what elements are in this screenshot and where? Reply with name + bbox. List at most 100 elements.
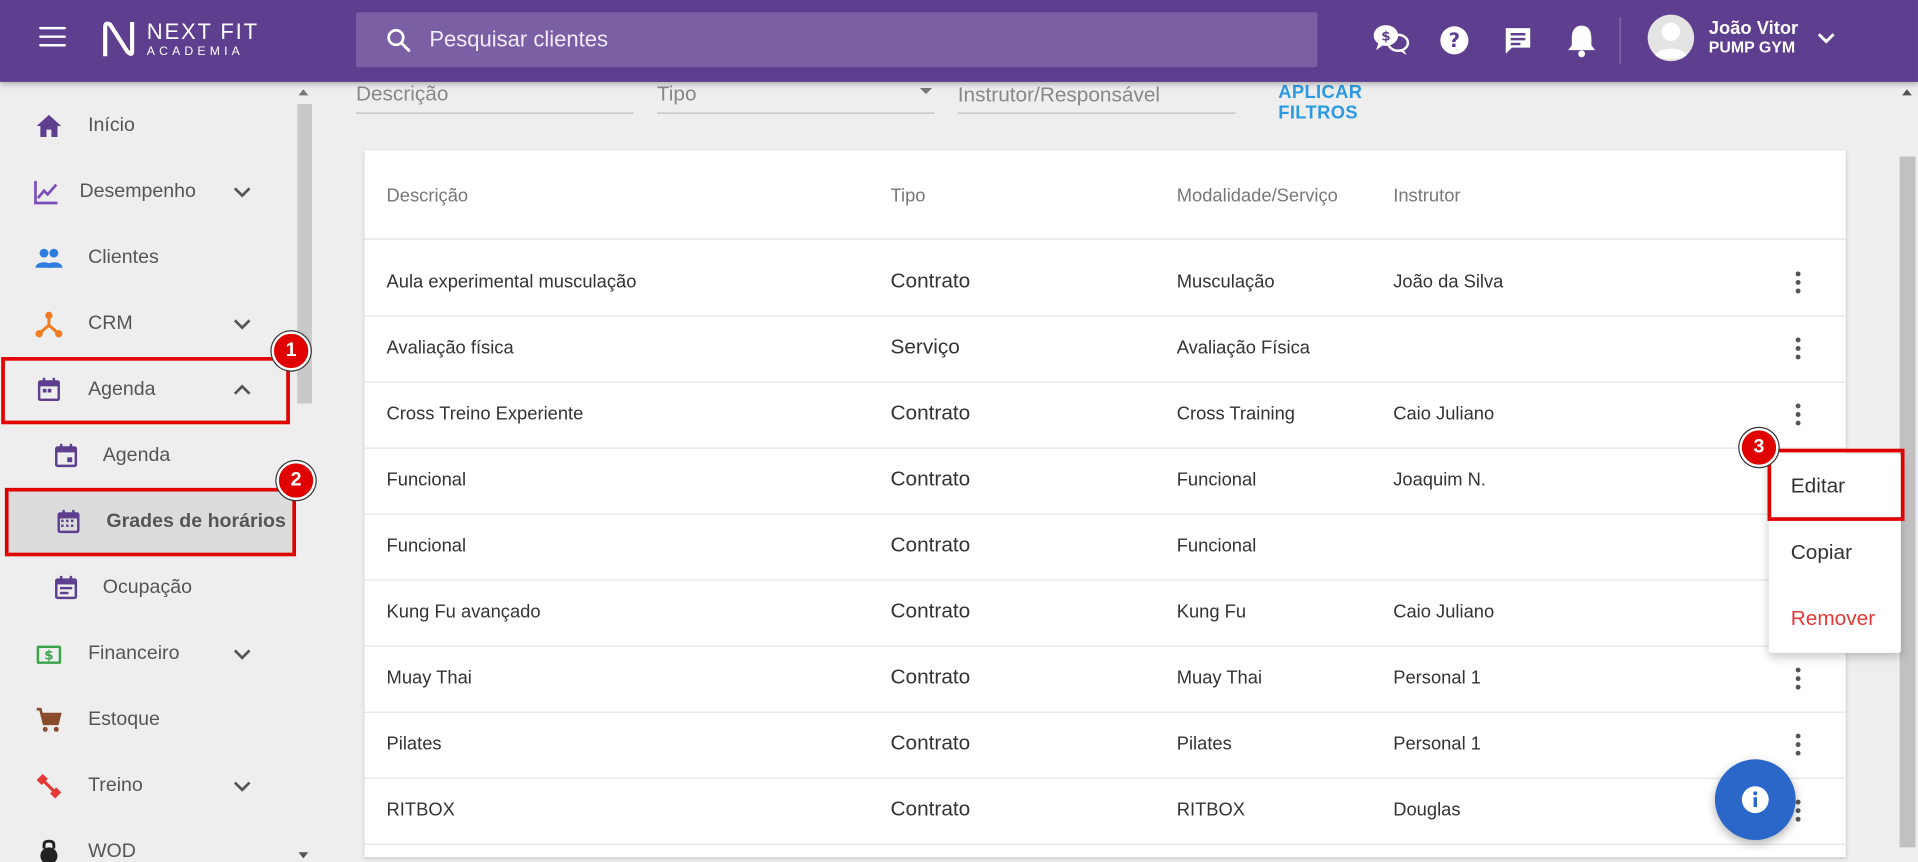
type-filter-label: Tipo: [656, 81, 697, 106]
cell-instrutor: Personal 1: [1393, 733, 1481, 755]
cell-instrutor: João da Silva: [1393, 271, 1504, 293]
sidebar-item-label: Grades de horários: [106, 511, 286, 532]
type-filter-select[interactable]: Tipo: [656, 81, 935, 114]
avatar: [1647, 14, 1695, 62]
home-icon: [36, 114, 62, 137]
column-header-modalidade[interactable]: Modalidade/Serviço: [1177, 186, 1338, 207]
message-icon[interactable]: [1497, 20, 1539, 62]
chevron-down-icon[interactable]: [231, 181, 253, 203]
cell-instrutor: Douglas: [1393, 799, 1461, 821]
user-name: João Vitor: [1708, 18, 1799, 40]
column-header-descricao[interactable]: Descrição: [387, 186, 469, 207]
calendar-list-icon: [55, 575, 78, 600]
sidebar-item-label: Agenda: [102, 445, 171, 466]
more-options-icon[interactable]: [1783, 730, 1812, 759]
cell-modalidade: Muay Thai: [1176, 667, 1263, 689]
table-header: Descrição Tipo Modalidade/Serviço Instru…: [364, 150, 1846, 240]
sidebar-item-financeiro[interactable]: $ Financeiro: [0, 621, 291, 687]
svg-text:$: $: [44, 649, 53, 664]
chevron-up-icon[interactable]: [231, 379, 253, 401]
sidebar-item-clientes[interactable]: Clientes: [0, 225, 291, 291]
table-row[interactable]: Funcional Contrato Funcional Joaquim N.: [364, 449, 1846, 515]
sidebar-item-inicio[interactable]: Início: [0, 93, 291, 159]
remove-menu-item[interactable]: Remover: [1769, 586, 1901, 652]
cell-descricao: Kung Fu avançado: [386, 601, 541, 623]
scroll-down-icon[interactable]: [298, 852, 309, 859]
cell-modalidade: Funcional: [1176, 535, 1257, 557]
sidebar-subitem-agenda[interactable]: Agenda: [0, 423, 291, 489]
search-input[interactable]: [429, 26, 1164, 53]
scroll-up-icon[interactable]: [298, 89, 309, 96]
row-actions-menu: Editar Copiar Remover: [1768, 453, 1901, 653]
cell-instrutor: Caio Juliano: [1393, 601, 1495, 623]
sidebar-item-estoque[interactable]: Estoque: [0, 687, 291, 753]
sidebar-item-label: Financeiro: [88, 643, 180, 664]
menu-icon[interactable]: [39, 26, 67, 49]
chat-money-icon[interactable]: $: [1370, 20, 1412, 62]
user-menu[interactable]: João Vitor PUMP GYM: [1647, 14, 1838, 62]
sidebar-item-label: Ocupação: [102, 577, 192, 598]
dumbbell-icon: [36, 773, 62, 799]
cell-modalidade: Funcional: [1176, 469, 1257, 491]
instructor-filter-input[interactable]: Instrutor/Responsável: [957, 82, 1236, 114]
apply-filters-button[interactable]: APLICAR FILTROS: [1278, 82, 1362, 124]
sidebar-item-wod[interactable]: WOD: [0, 819, 291, 862]
more-options-icon[interactable]: [1783, 664, 1812, 693]
logo[interactable]: NEXT FIT ACADEMIA: [100, 20, 259, 59]
cell-tipo: Serviço: [890, 335, 960, 359]
sidebar-item-label: Agenda: [88, 379, 156, 400]
column-header-tipo[interactable]: Tipo: [890, 186, 925, 207]
table-row[interactable]: RITBOX Contrato RITBOX Douglas: [364, 779, 1846, 845]
scroll-up-icon[interactable]: [1902, 89, 1912, 96]
cell-tipo: Contrato: [890, 401, 971, 425]
sidebar-item-treino[interactable]: Treino: [0, 753, 291, 819]
logo-text: NEXT FIT: [146, 18, 259, 44]
step-badge-2: 2: [276, 460, 316, 501]
instructor-filter-label: Instrutor/Responsável: [957, 83, 1161, 107]
copy-menu-item[interactable]: Copiar: [1769, 520, 1901, 586]
cell-tipo: Contrato: [890, 731, 971, 755]
table-row[interactable]: Cross Treino Experiente Contrato Cross Tra…: [364, 383, 1846, 449]
chevron-down-icon[interactable]: [231, 313, 253, 335]
sidebar-item-desempenho[interactable]: Desempenho: [0, 159, 291, 225]
cell-tipo: Contrato: [890, 665, 971, 689]
svg-text:?: ?: [1449, 29, 1460, 52]
edit-menu-item[interactable]: Editar: [1769, 454, 1901, 520]
cell-descricao: Pilates: [386, 733, 442, 755]
bell-icon[interactable]: [1561, 20, 1603, 62]
more-options-icon[interactable]: [1783, 268, 1812, 297]
sidebar-item-agenda[interactable]: Agenda: [0, 357, 291, 423]
search-icon: [387, 28, 411, 52]
table-row[interactable]: Aula experimental musculação Contrato Musc…: [364, 251, 1846, 317]
sidebar-subitem-ocupacao[interactable]: Ocupação: [0, 555, 291, 621]
sidebar-subitem-grades[interactable]: Grades de horários: [4, 489, 294, 556]
chevron-down-icon[interactable]: [231, 775, 253, 797]
step-badge-3: 3: [1739, 427, 1779, 468]
cell-descricao: Funcional: [386, 469, 467, 491]
table-row[interactable]: Avaliação física Serviço Avaliação Física: [364, 317, 1846, 383]
divider: [1619, 17, 1621, 64]
more-options-icon[interactable]: [1783, 334, 1812, 363]
description-filter-input[interactable]: Descrição: [355, 82, 634, 114]
calendar-icon: [37, 377, 60, 402]
table-row[interactable]: Funcional Contrato Funcional: [364, 515, 1846, 581]
sidebar-item-crm[interactable]: CRM: [0, 291, 291, 357]
chevron-down-icon[interactable]: [231, 643, 253, 665]
cell-modalidade: Avaliação Física: [1176, 337, 1310, 359]
table-row[interactable]: Kung Fu avançado Contrato Kung Fu Caio Juli…: [364, 581, 1846, 647]
people-icon: [35, 248, 63, 268]
cell-descricao: Funcional: [386, 535, 467, 557]
help-icon[interactable]: ?: [1434, 20, 1476, 62]
sidebar-item-label: WOD: [88, 841, 136, 862]
cell-instrutor: Personal 1: [1393, 667, 1481, 689]
user-gym: PUMP GYM: [1708, 38, 1796, 57]
more-options-icon[interactable]: [1783, 400, 1812, 429]
page-scrollbar-thumb[interactable]: [1899, 156, 1916, 848]
info-fab-button[interactable]: [1714, 759, 1796, 840]
crm-icon: [35, 311, 63, 338]
table-row[interactable]: Pilates Contrato Pilates Personal 1: [364, 713, 1846, 779]
table-row[interactable]: Muay Thai Contrato Muay Thai Personal 1: [364, 647, 1846, 713]
cell-modalidade: RITBOX: [1176, 799, 1246, 821]
column-header-instrutor[interactable]: Instrutor: [1393, 186, 1460, 207]
cell-tipo: Contrato: [890, 533, 971, 557]
